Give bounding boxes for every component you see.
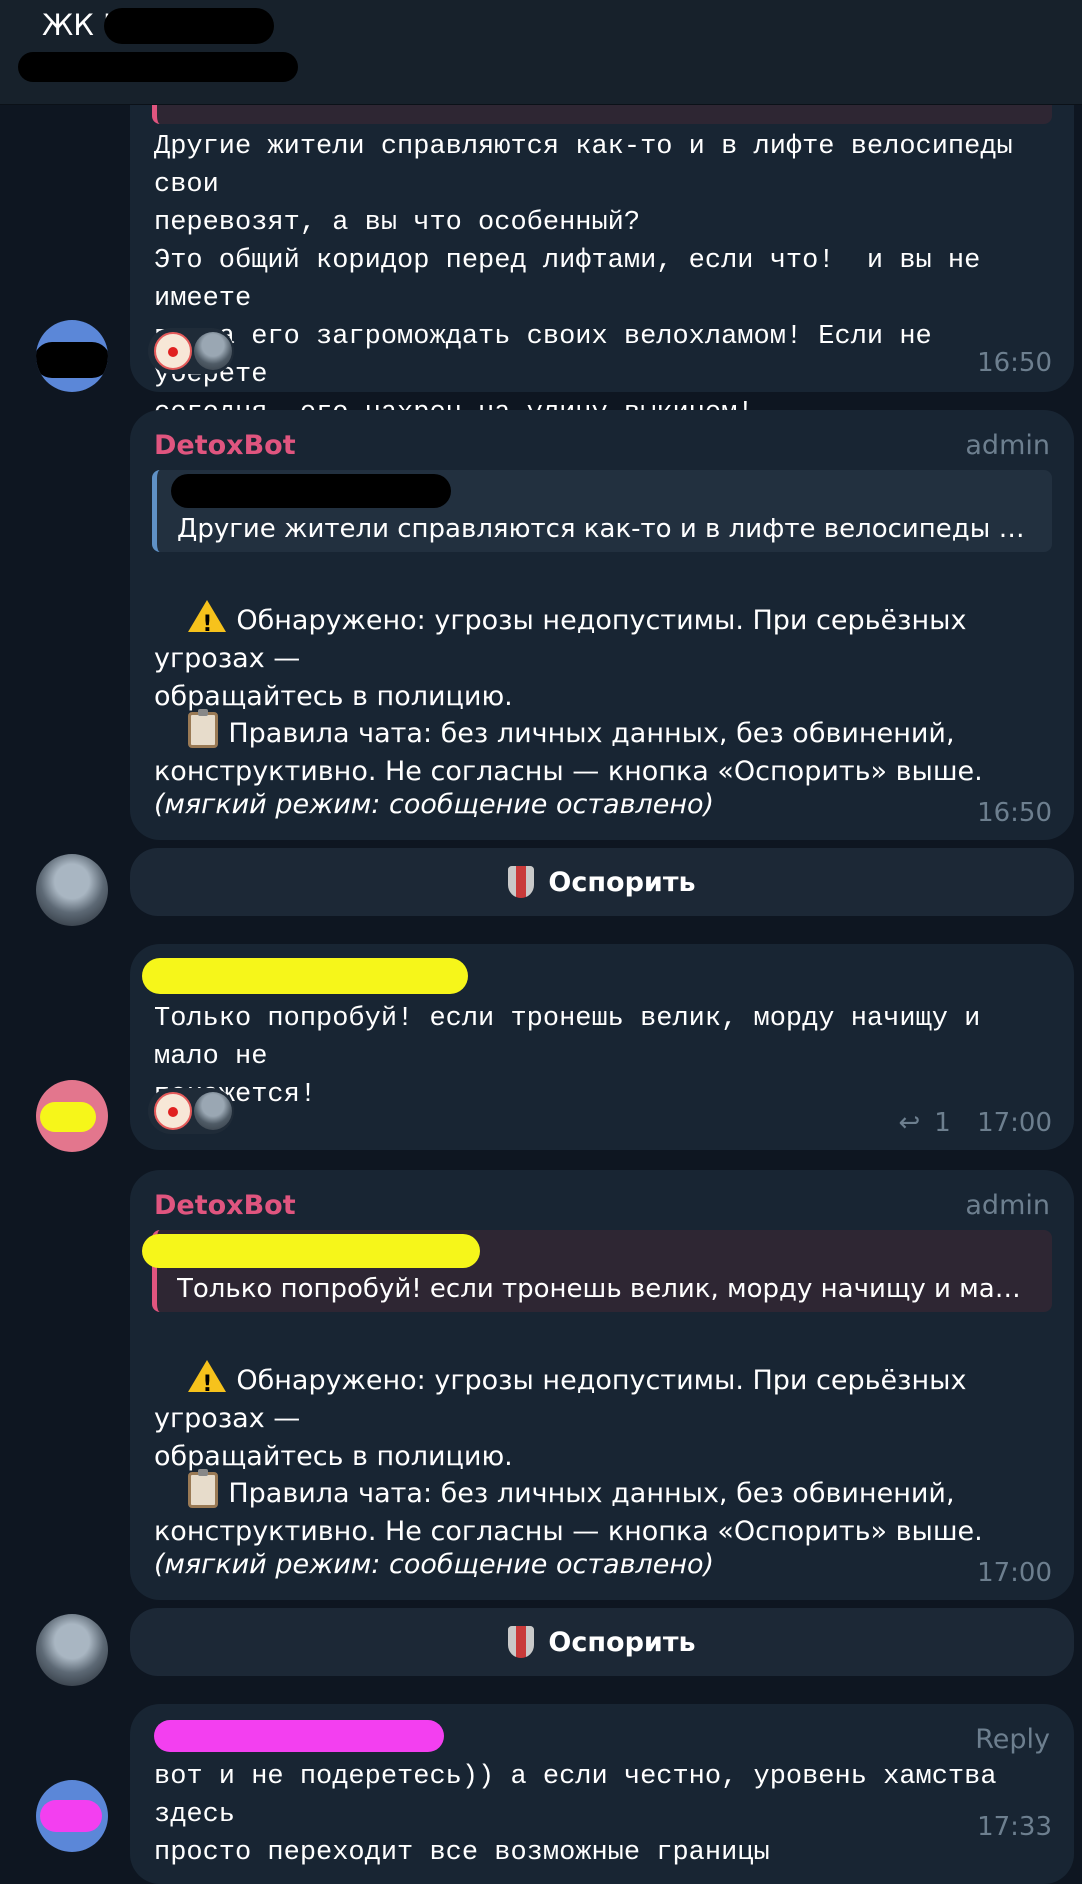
- message-text: Только попробуй! если тронешь велик, мор…: [154, 1004, 981, 1110]
- mode-text: (мягкий режим: сообщение оставлено): [154, 1549, 715, 1580]
- avatar[interactable]: [36, 1780, 108, 1852]
- quote-text: Другие жители справляются как-то и в лиф…: [177, 514, 1034, 544]
- reply-quote[interactable]: Другие жители справляются как-то и в лиф…: [152, 470, 1052, 552]
- reactions[interactable]: [148, 1088, 234, 1134]
- dispute-label: Оспорить: [548, 866, 696, 898]
- avatar[interactable]: [36, 320, 108, 392]
- message-time: 17:33: [977, 1812, 1052, 1842]
- shield-icon: [508, 866, 535, 898]
- clipboard-icon: [188, 1469, 219, 1508]
- message-text: Другие жители справляются как-то и в лиф…: [154, 132, 1013, 428]
- admin-badge: admin: [965, 430, 1050, 461]
- dispute-label: Оспорить: [548, 1626, 696, 1658]
- clown-icon[interactable]: [154, 332, 192, 370]
- message-text: вот и не подеретесь)) а если честно, уро…: [154, 1762, 997, 1868]
- bot-message-bubble[interactable]: DetoxBot admin Только попробуй! если тро…: [130, 1170, 1074, 1600]
- redacted-subtitle: [18, 52, 298, 82]
- redacted-quote-author: [171, 474, 451, 508]
- redacted-avatar: [40, 1102, 96, 1132]
- clown-icon[interactable]: [154, 1092, 192, 1130]
- reactions[interactable]: [148, 328, 234, 374]
- avatar[interactable]: [36, 1080, 108, 1152]
- sender-name[interactable]: DetoxBot: [154, 430, 296, 461]
- reply-arrow-icon: ↩: [898, 1108, 921, 1138]
- rules-label: Правила чата: без личных данных, без обв…: [154, 1478, 983, 1547]
- redacted-sender: [154, 1720, 444, 1752]
- message-time: 16:50: [977, 348, 1052, 378]
- robot-icon[interactable]: [194, 1092, 232, 1130]
- message-bubble[interactable]: Reply вот и не подеретесь)) а если честн…: [130, 1704, 1074, 1884]
- shield-icon: [508, 1626, 535, 1658]
- bot-message-bubble[interactable]: DetoxBot admin Другие жители справляются…: [130, 410, 1074, 840]
- redacted-avatar: [40, 1800, 102, 1832]
- warning-icon: [188, 600, 227, 644]
- replies-counter[interactable]: ↩ 1 17:00: [898, 1108, 1052, 1138]
- clipboard-icon: [188, 709, 219, 748]
- redacted-title: [104, 8, 274, 44]
- robot-icon[interactable]: [194, 332, 232, 370]
- mode-text: (мягкий режим: сообщение оставлено): [154, 789, 715, 820]
- rules-label: Правила чата: без личных данных, без обв…: [154, 718, 983, 787]
- message-time: 17:00: [977, 1558, 1052, 1588]
- warning-icon: [188, 1360, 227, 1404]
- message-time: 16:50: [977, 798, 1052, 828]
- redacted-avatar: [36, 342, 108, 378]
- chat-header[interactable]: ЖК " ": [0, 0, 1082, 105]
- sender-name[interactable]: DetoxBot: [154, 1190, 296, 1221]
- dispute-button[interactable]: Оспорить: [130, 1608, 1074, 1676]
- redacted-sender: [142, 958, 468, 994]
- reply-count: 1: [934, 1108, 951, 1138]
- message-time: 17:00: [977, 1108, 1052, 1138]
- message-bubble[interactable]: Только попробуй! если тронешь велик, мор…: [130, 944, 1074, 1150]
- bot-avatar[interactable]: [36, 1614, 108, 1686]
- quote-text: Только попробуй! если тронешь велик, мор…: [177, 1274, 1034, 1304]
- bot-avatar[interactable]: [36, 854, 108, 926]
- admin-badge: admin: [965, 1190, 1050, 1221]
- redacted-quote-author: [142, 1234, 480, 1268]
- reply-label[interactable]: Reply: [975, 1724, 1050, 1755]
- dispute-button[interactable]: Оспорить: [130, 848, 1074, 916]
